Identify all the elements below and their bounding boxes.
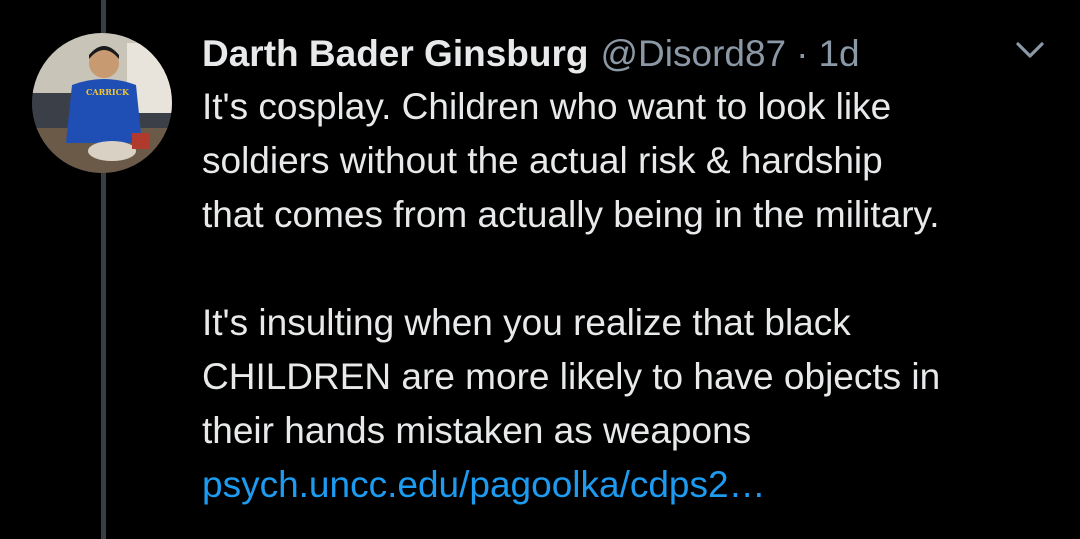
user-handle[interactable]: @Disord87 bbox=[601, 28, 787, 80]
tweet-link[interactable]: psych.uncc.edu/pagoolka/cdps2… bbox=[202, 464, 766, 505]
avatar-photo: CARRICK bbox=[32, 33, 172, 173]
avatar-shirt-text: CARRICK bbox=[86, 87, 130, 97]
chevron-down-icon bbox=[1016, 42, 1044, 58]
separator-dot: · bbox=[796, 33, 809, 74]
tweet-text: It's cosplay. Children who want to look … bbox=[202, 80, 1062, 512]
tweet-header: Darth Bader Ginsburg @Disord87 · 1d bbox=[202, 28, 860, 80]
tweet-line: CHILDREN are more likely to have objects… bbox=[202, 356, 941, 397]
tweet-line: soldiers without the actual risk & hards… bbox=[202, 140, 883, 181]
tweet-line: their hands mistaken as weapons bbox=[202, 410, 752, 451]
tweet-menu-button[interactable] bbox=[1010, 36, 1050, 64]
tweet-line: It's cosplay. Children who want to look … bbox=[202, 86, 892, 127]
timestamp[interactable]: 1d bbox=[818, 28, 859, 80]
display-name[interactable]: Darth Bader Ginsburg bbox=[202, 28, 589, 80]
avatar[interactable]: CARRICK bbox=[32, 33, 172, 173]
tweet-line: It's insulting when you realize that bla… bbox=[202, 302, 851, 343]
tweet-line: that comes from actually being in the mi… bbox=[202, 194, 940, 235]
